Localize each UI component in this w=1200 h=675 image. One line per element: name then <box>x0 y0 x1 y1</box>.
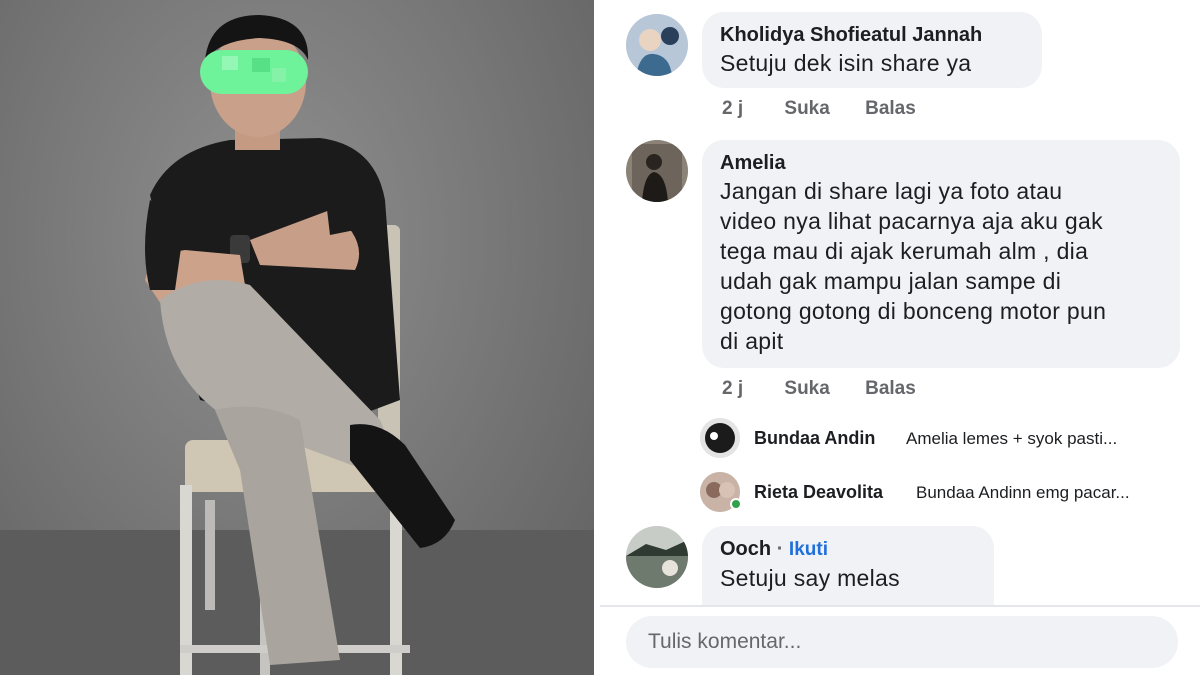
reply-preview[interactable]: Rieta Deavolita Bundaa Andinn emg pacar.… <box>700 472 1180 512</box>
avatar[interactable] <box>700 418 740 458</box>
comment-time[interactable]: 2 j <box>722 378 743 399</box>
comment-text: Setuju say melas <box>720 565 900 591</box>
comment-input[interactable]: Tulis komentar... <box>626 616 1178 668</box>
reply-preview[interactable]: Bundaa Andin Amelia lemes + syok pasti..… <box>700 418 1180 458</box>
comment-text-line: tega mau di ajak kerumah alm , dia <box>720 238 1089 264</box>
separator-dot: · <box>776 538 784 560</box>
comment-text-line: di apit <box>720 328 784 354</box>
comment-bubble: Amelia Jangan di share lagi ya foto atau… <box>702 140 1180 368</box>
comment-text-line: video nya lihat pacarnya aja aku gak <box>720 208 1103 234</box>
post-photo[interactable] <box>0 0 594 675</box>
comment-text-line: Jangan di share lagi ya foto atau <box>720 178 1063 204</box>
comment-text-line: gotong gotong di bonceng motor pun <box>720 298 1107 324</box>
avatar[interactable] <box>626 526 688 588</box>
comments-panel: Kholidya Shofieatul Jannah Setuju dek is… <box>600 0 1200 675</box>
reply-text: Bundaa Andinn emg pacar... <box>916 483 1130 502</box>
photo-illustration <box>0 15 594 675</box>
comment-text: Setuju dek isin share ya <box>720 50 972 76</box>
reply-text: Amelia lemes + syok pasti... <box>906 429 1118 448</box>
comment-bubble: Kholidya Shofieatul Jannah Setuju dek is… <box>702 12 1042 88</box>
avatar-illustration <box>626 526 688 588</box>
comment-author[interactable]: Ooch <box>720 538 771 560</box>
avatar[interactable] <box>626 14 688 76</box>
comment-actions: 2 j Suka Balas <box>722 378 946 400</box>
comment-actions: 2 j Suka Balas <box>722 98 946 120</box>
comment-author[interactable]: Kholidya Shofieatul Jannah <box>720 22 1024 48</box>
avatar[interactable] <box>626 140 688 202</box>
reply-author[interactable]: Bundaa Andin <box>754 428 875 449</box>
like-button[interactable]: Suka <box>784 98 829 119</box>
like-button[interactable]: Suka <box>784 378 829 399</box>
avatar-illustration <box>700 418 740 458</box>
comment-text-line: udah gak mampu jalan sampe di <box>720 268 1062 294</box>
avatar-illustration <box>626 140 688 202</box>
reply-button[interactable]: Balas <box>865 378 916 399</box>
reply-button[interactable]: Balas <box>865 98 916 119</box>
avatar-illustration <box>626 14 688 76</box>
chair-leg <box>205 500 215 610</box>
online-status-icon <box>730 498 742 510</box>
follow-button[interactable]: Ikuti <box>789 539 828 560</box>
person-sleeve <box>320 150 380 235</box>
comment-author[interactable]: Amelia <box>720 150 1162 176</box>
comment-time[interactable]: 2 j <box>722 98 743 119</box>
comment-author-row: Ooch · Ikuti <box>720 536 976 563</box>
reply-author[interactable]: Rieta Deavolita <box>754 482 883 503</box>
